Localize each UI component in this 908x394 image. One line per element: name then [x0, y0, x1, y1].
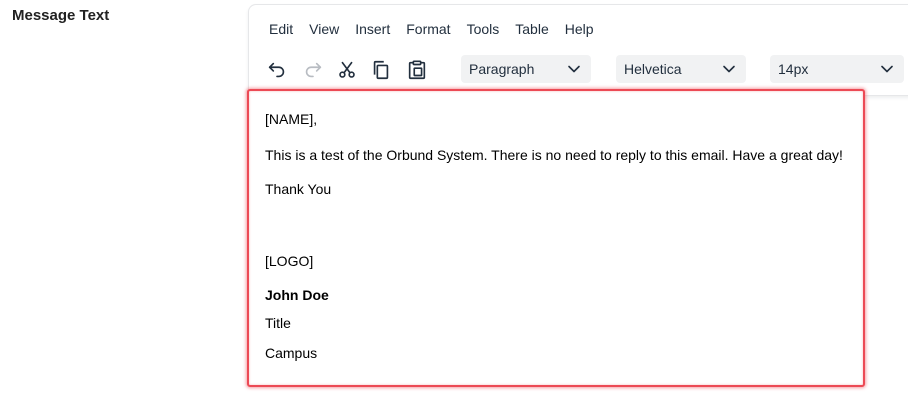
cut-button[interactable]: [333, 57, 361, 83]
undo-button[interactable]: [263, 57, 291, 83]
greeting-line: [NAME],: [265, 111, 318, 127]
cut-icon: [339, 61, 355, 78]
chevron-down-icon: [723, 65, 735, 73]
signature-name: John Doe: [265, 287, 329, 303]
copy-icon: [373, 60, 389, 80]
editor-content-area[interactable]: [NAME], This is a test of the Orbund Sys…: [247, 89, 865, 387]
logo-placeholder: [LOGO]: [265, 253, 314, 269]
paste-button[interactable]: [403, 57, 431, 83]
font-family-value: Helvetica: [624, 61, 682, 77]
block-format-value: Paragraph: [469, 61, 535, 77]
menu-help[interactable]: Help: [557, 19, 602, 39]
font-family-select[interactable]: Helvetica: [616, 55, 746, 83]
menu-tools[interactable]: Tools: [459, 19, 508, 39]
signature-campus: Campus: [265, 345, 318, 361]
menu-format[interactable]: Format: [398, 19, 458, 39]
message-text-label: Message Text: [12, 7, 110, 24]
chevron-down-icon: [568, 65, 580, 73]
signature-title: Title: [265, 315, 291, 331]
closing-line: Thank You: [265, 181, 332, 197]
redo-icon: [305, 62, 322, 78]
undo-icon: [268, 62, 285, 78]
menu-view[interactable]: View: [301, 19, 347, 39]
redo-button[interactable]: [299, 57, 327, 83]
menu-edit[interactable]: Edit: [261, 19, 301, 39]
paste-icon: [408, 60, 426, 80]
menu-table[interactable]: Table: [507, 19, 556, 39]
block-format-select[interactable]: Paragraph: [461, 55, 591, 83]
menu-insert[interactable]: Insert: [347, 19, 398, 39]
body-paragraph: This is a test of the Orbund System. The…: [265, 147, 843, 163]
font-size-select[interactable]: 14px: [770, 55, 904, 83]
font-size-value: 14px: [778, 61, 809, 77]
rich-text-editor: Edit View Insert Format Tools Table Help: [248, 4, 908, 96]
editor-menubar: Edit View Insert Format Tools Table Help: [261, 19, 602, 39]
chevron-down-icon: [881, 65, 893, 73]
copy-button[interactable]: [367, 57, 395, 83]
editor-toolbar: Paragraph Helvetica 14px: [261, 55, 908, 85]
